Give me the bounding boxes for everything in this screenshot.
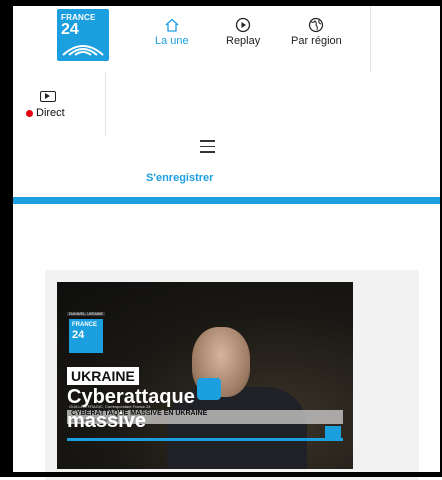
logo-line2: 24 <box>61 21 79 38</box>
video-byline: GUILLEM FRAGIC, Correspondant France 24 <box>69 404 151 409</box>
nav-separator <box>370 6 371 72</box>
video-country-label: UKRAINE <box>67 367 139 385</box>
nav-label-par-region: Par région <box>291 35 342 47</box>
france24-logo[interactable]: FRANCE 24 <box>57 9 109 61</box>
video-blue-bar <box>67 438 343 441</box>
tv-icon <box>40 91 56 102</box>
video-mini-logo-icon <box>325 426 341 438</box>
direct-live-button[interactable]: Direct <box>26 91 86 119</box>
menu-hamburger-icon[interactable] <box>200 140 215 153</box>
register-link[interactable]: S'enregistrer <box>146 172 213 184</box>
nav-item-par-region[interactable]: Par région <box>291 17 342 47</box>
nav-item-la-une[interactable]: La une <box>155 17 189 47</box>
video-location-tag: DUHAVEL, UKRAINE <box>67 312 105 316</box>
direct-label: Direct <box>36 107 65 119</box>
direct-separator <box>105 72 106 136</box>
nav-label-la-une: La une <box>155 35 189 47</box>
nav-label-replay: Replay <box>226 35 261 47</box>
home-icon <box>165 18 179 32</box>
video-logo-line1: FRANCE <box>72 322 97 328</box>
nav-item-replay[interactable]: Replay <box>226 17 260 47</box>
window-frame-bottom <box>0 472 442 477</box>
video-headline-line2: massive <box>67 410 146 432</box>
microphone-icon <box>197 378 221 400</box>
globe-icon <box>309 17 324 33</box>
window-frame-left <box>0 0 13 477</box>
video-thumbnail[interactable]: DUHAVEL, UKRAINE FRANCE 24 UKRAINE Cyber… <box>57 282 353 469</box>
play-circle-icon <box>235 17 251 33</box>
live-dot-icon <box>26 109 33 117</box>
video-logo-line2: 24 <box>72 329 85 341</box>
logo-waves-icon <box>62 45 104 56</box>
video-france24-logo: FRANCE 24 <box>69 319 103 353</box>
header-accent-bar <box>13 197 440 204</box>
